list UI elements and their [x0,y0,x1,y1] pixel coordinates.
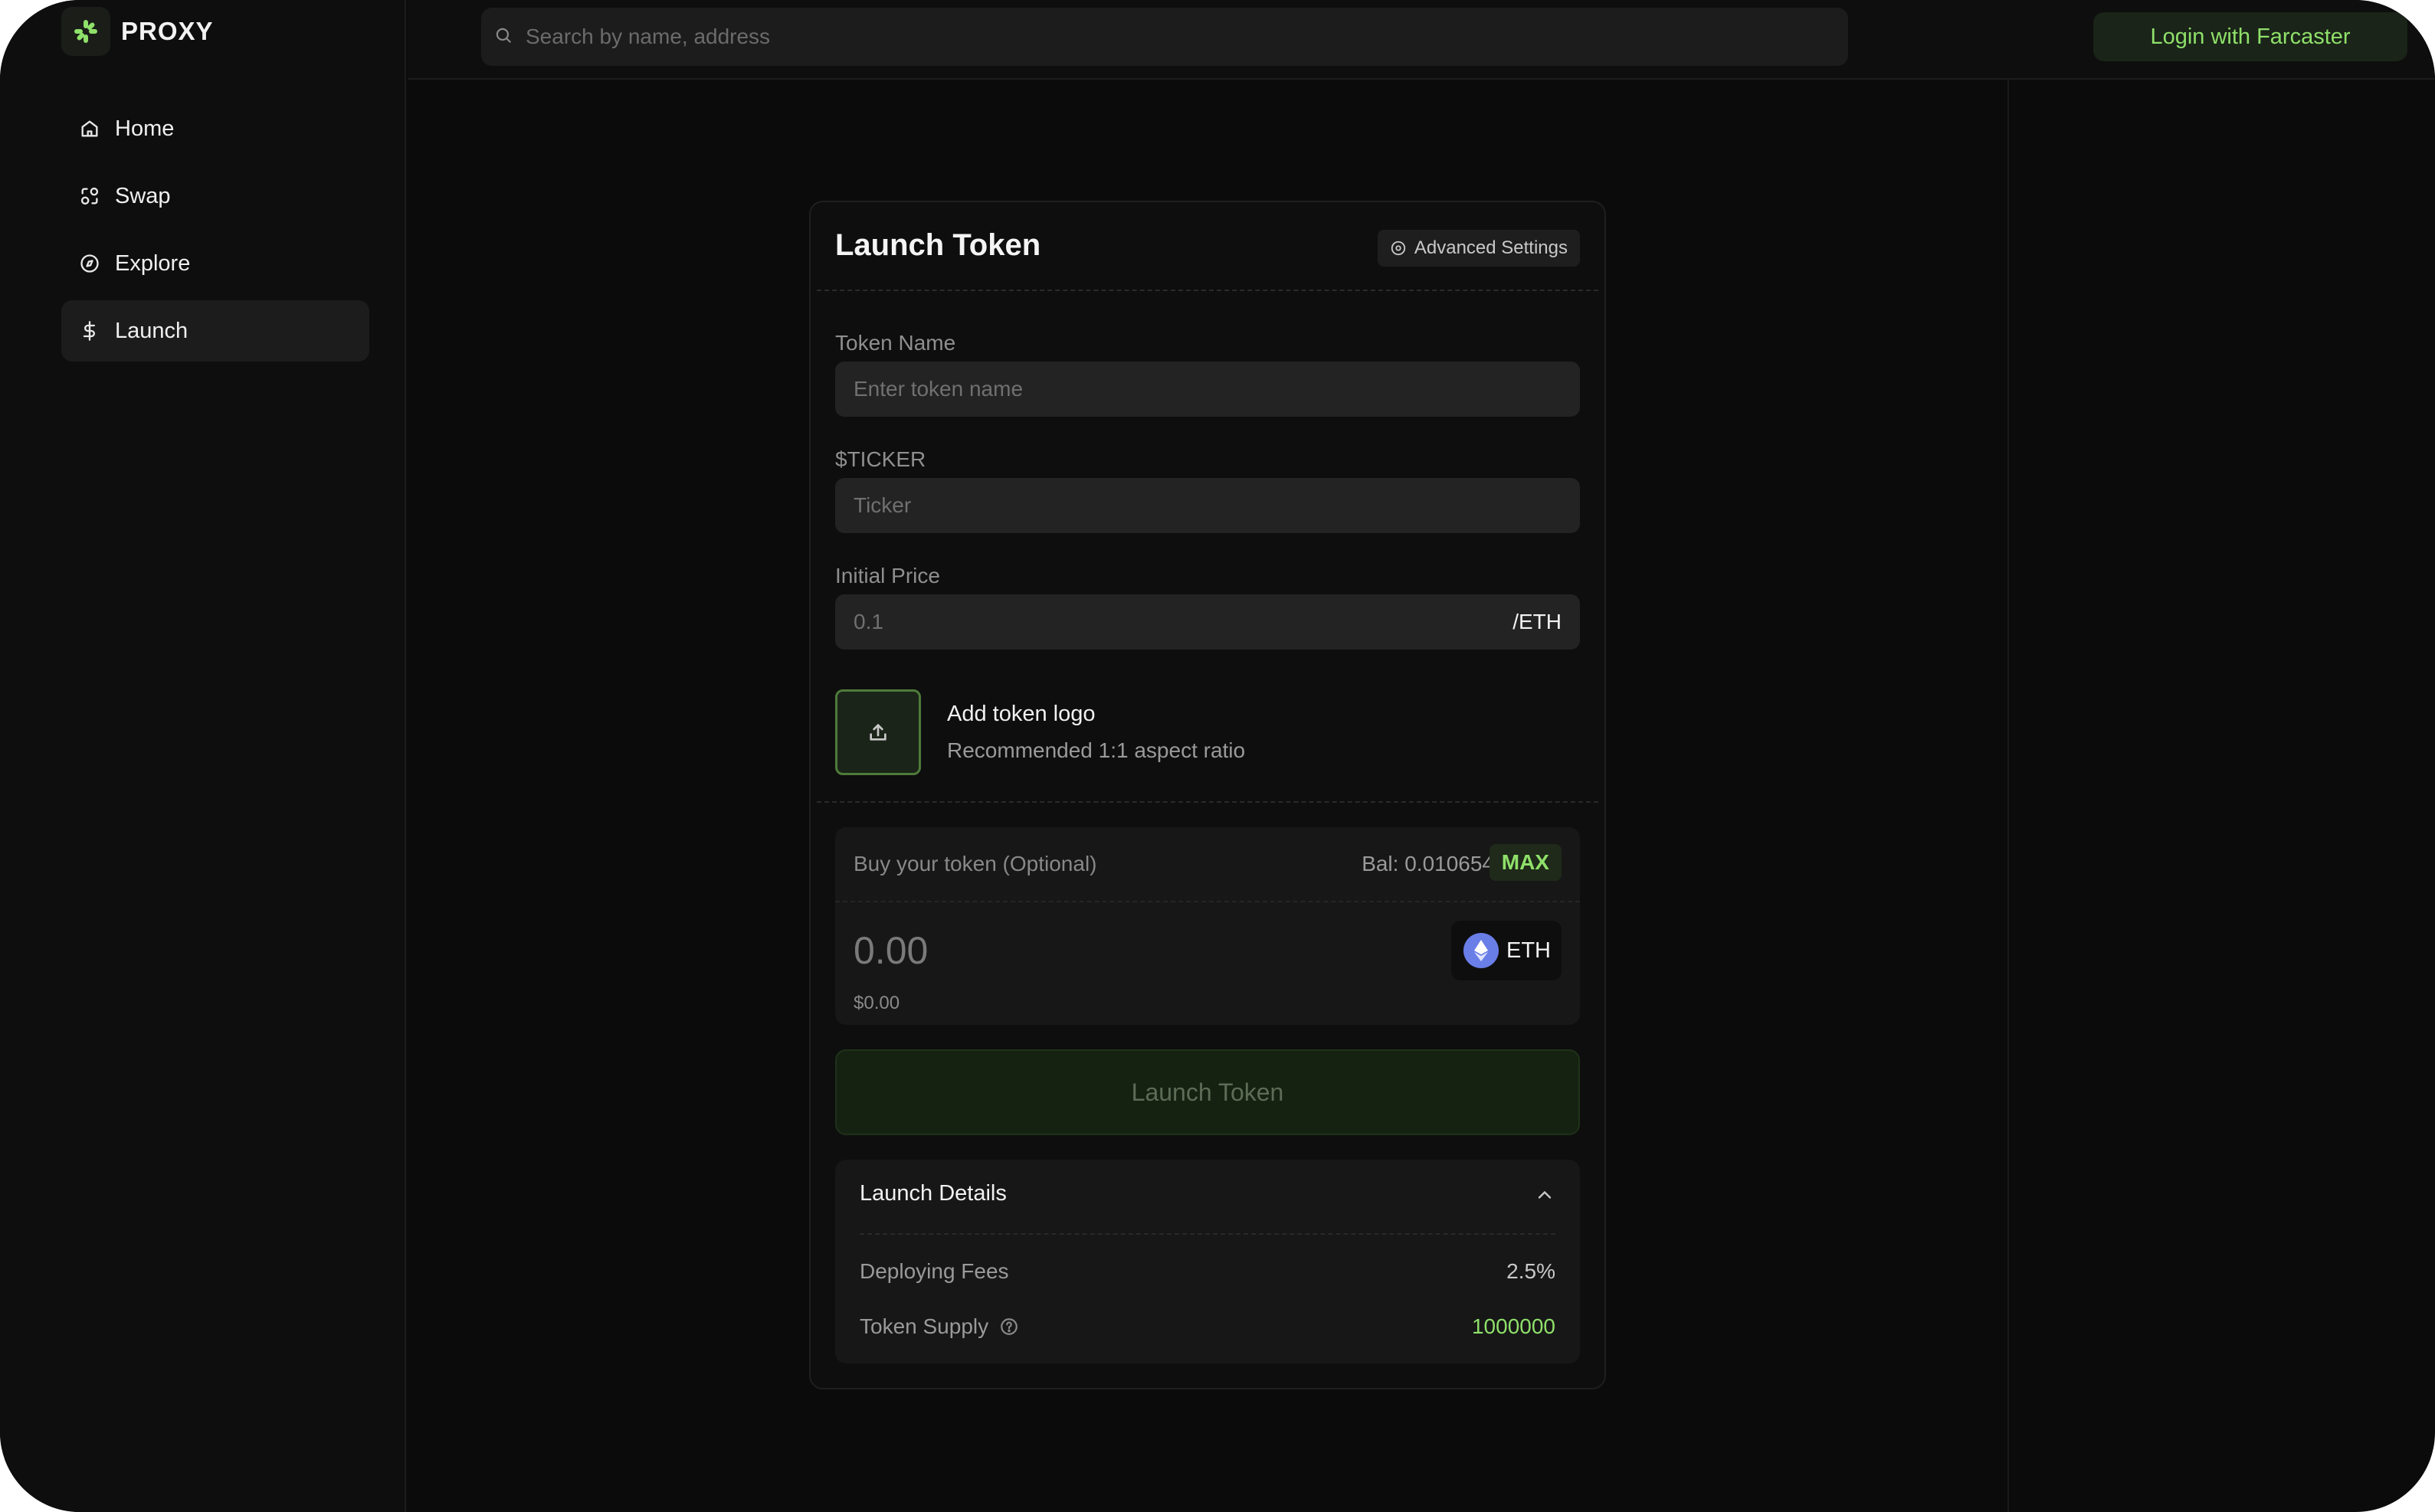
launch-details-title: Launch Details [860,1181,1007,1206]
help-icon[interactable] [999,1317,1019,1337]
dollar-icon [78,319,101,342]
buy-token-box: Buy your token (Optional) Bal: 0.010654 … [835,827,1580,1025]
search-bar[interactable] [481,8,1848,66]
sidebar-item-label: Home [115,116,175,141]
ticker-field[interactable] [835,478,1580,533]
initial-price-field[interactable]: /ETH [835,594,1580,650]
sidebar-nav: Home Swap Explore Launch [61,98,369,368]
sidebar: PROXY Home Swap Explore Launch [0,0,406,1512]
buy-token-label: Buy your token (Optional) [854,852,1097,875]
currency-selector[interactable]: ETH [1451,921,1562,980]
card-title: Launch Token [835,228,1041,262]
sidebar-item-explore[interactable]: Explore [61,233,369,294]
ticker-label: $TICKER [835,447,926,471]
price-unit-suffix: /ETH [1512,610,1562,633]
login-farcaster-button[interactable]: Login with Farcaster [2093,12,2407,61]
token-name-label: Token Name [835,331,956,355]
token-supply-label-group: Token Supply [860,1314,1019,1339]
add-logo-title: Add token logo [947,702,1096,726]
buy-amount-input[interactable]: 0.00 [854,928,928,973]
token-supply-label: Token Supply [860,1314,989,1338]
token-supply-value: 1000000 [1471,1314,1555,1338]
initial-price-label: Initial Price [835,564,940,587]
advanced-settings-label: Advanced Settings [1414,237,1568,258]
usd-value: $0.00 [854,993,900,1013]
upload-logo-button[interactable] [835,689,921,775]
divider [817,801,1598,803]
launch-token-button[interactable]: Launch Token [835,1049,1580,1135]
ticker-input[interactable] [854,493,1562,518]
launch-token-card: Launch Token Advanced Settings Token Nam… [809,201,1606,1389]
sidebar-item-label: Swap [115,183,171,208]
sidebar-item-home[interactable]: Home [61,98,369,159]
deploying-fees-label: Deploying Fees [860,1259,1009,1283]
initial-price-input[interactable] [854,610,1513,634]
add-logo-subtitle: Recommended 1:1 aspect ratio [947,738,1246,762]
search-input[interactable] [526,25,1848,49]
swap-icon [78,185,101,208]
balance-text: Bal: 0.010654 [1362,852,1494,875]
right-panel-divider [2007,80,2009,1512]
divider [817,290,1598,291]
settings-icon [1391,241,1406,256]
divider [835,901,1580,902]
brand-name: PROXY [121,17,214,45]
sidebar-item-label: Launch [115,318,188,343]
divider [860,1233,1555,1235]
upload-icon [870,724,886,741]
search-icon [493,25,513,49]
compass-icon [78,252,101,275]
sidebar-item-launch[interactable]: Launch [61,300,369,362]
brand-logo[interactable]: PROXY [61,5,214,58]
launch-details-panel: Launch Details Deploying Fees 2.5% Token… [835,1160,1580,1363]
currency-label: ETH [1506,938,1551,963]
advanced-settings-button[interactable]: Advanced Settings [1377,230,1580,267]
deploying-fees-value: 2.5% [1506,1259,1555,1283]
app-window: PROXY Home Swap Explore Launch Search by… [0,0,2435,1512]
token-name-field[interactable] [835,362,1580,417]
proxy-logo-icon [61,7,110,56]
home-icon [78,117,101,140]
max-button[interactable]: MAX [1489,844,1562,881]
eth-icon [1463,933,1499,968]
top-bar: Login with Farcaster [408,0,2435,80]
sidebar-item-label: Explore [115,250,191,276]
token-name-input[interactable] [854,377,1562,401]
sidebar-item-swap[interactable]: Swap [61,165,369,227]
chevron-up-icon[interactable] [1528,1178,1562,1212]
